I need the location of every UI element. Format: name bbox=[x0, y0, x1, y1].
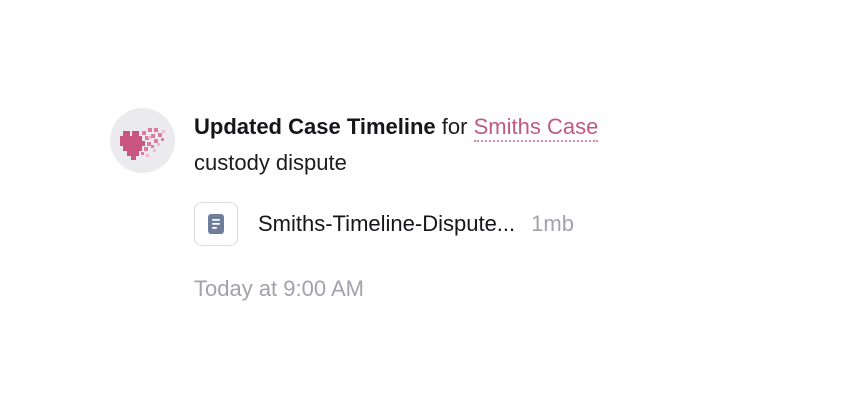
case-link[interactable]: Smiths Case bbox=[473, 114, 599, 142]
file-size: 1mb bbox=[531, 211, 574, 236]
file-attachment[interactable]: Smiths-Timeline-Dispute... 1mb bbox=[194, 201, 574, 247]
notification-headline: Updated Case Timeline for Smiths Case bbox=[194, 114, 754, 142]
document-icon bbox=[208, 214, 224, 234]
action-title: Updated Case Timeline bbox=[194, 114, 436, 139]
case-description: custody dispute bbox=[194, 150, 347, 175]
pixel-heart-icon bbox=[120, 128, 165, 160]
file-icon-container bbox=[194, 202, 238, 246]
timestamp: Today at 9:00 AM bbox=[194, 276, 364, 301]
avatar bbox=[110, 108, 175, 173]
file-name: Smiths-Timeline-Dispute... bbox=[258, 211, 516, 236]
connector-text: for bbox=[441, 114, 468, 139]
